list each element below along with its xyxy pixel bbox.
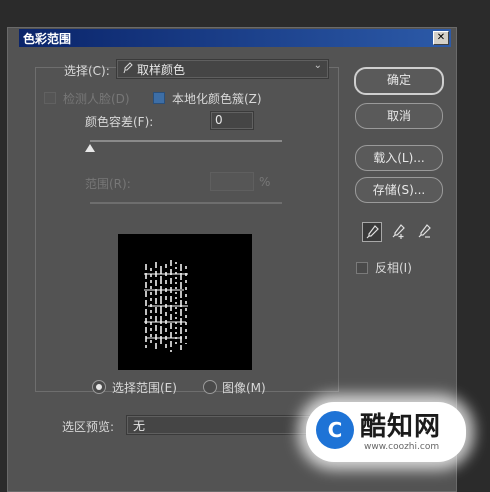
eyedropper-minus-icon bbox=[418, 224, 431, 238]
localized-clusters-checkbox[interactable] bbox=[153, 92, 165, 104]
invert-checkbox[interactable] bbox=[356, 262, 368, 274]
fuzziness-input[interactable]: 0 bbox=[210, 111, 254, 130]
cancel-button[interactable]: 取消 bbox=[355, 103, 443, 129]
fuzziness-value: 0 bbox=[215, 113, 223, 127]
select-label: 选择(C): bbox=[64, 64, 110, 78]
range-slider[interactable] bbox=[90, 202, 282, 204]
watermark-logo: C bbox=[316, 411, 354, 449]
watermark-url: www.coozhi.com bbox=[364, 442, 440, 452]
range-label: 范围(R): bbox=[85, 177, 131, 191]
range-input[interactable] bbox=[210, 172, 254, 191]
preview-mask-graphic bbox=[144, 260, 188, 352]
watermark: C 酷知网 www.coozhi.com bbox=[306, 402, 466, 462]
close-button[interactable]: ✕ bbox=[433, 31, 449, 45]
dialog-title: 色彩范围 bbox=[23, 32, 72, 46]
select-value: 取样颜色 bbox=[137, 63, 186, 77]
eyedropper-icon bbox=[123, 62, 133, 74]
subtract-from-sample-tool[interactable] bbox=[415, 222, 433, 240]
eyedropper-tool[interactable] bbox=[362, 222, 382, 242]
selection-preview-label: 选区预览: bbox=[62, 420, 115, 434]
title-bar: 色彩范围 ✕ bbox=[19, 29, 451, 47]
invert-label: 反相(I) bbox=[375, 261, 412, 275]
eyedropper-plus-icon bbox=[392, 224, 405, 239]
add-to-sample-tool[interactable] bbox=[389, 222, 407, 240]
close-icon: ✕ bbox=[436, 32, 446, 43]
image-radio-label: 图像(M) bbox=[222, 381, 266, 395]
selection-preview-image bbox=[118, 234, 252, 370]
selection-preview-value: 无 bbox=[133, 419, 146, 433]
fuzziness-label: 颜色容差(F): bbox=[85, 115, 154, 129]
ok-button[interactable]: 确定 bbox=[354, 67, 444, 95]
image-radio[interactable] bbox=[203, 380, 217, 394]
watermark-brand: 酷知网 bbox=[360, 412, 442, 442]
selection-radio[interactable] bbox=[92, 380, 106, 394]
localized-clusters-label: 本地化颜色簇(Z) bbox=[172, 92, 262, 106]
range-unit: % bbox=[259, 175, 271, 189]
fuzziness-slider-thumb[interactable] bbox=[85, 144, 95, 152]
radio-dot bbox=[96, 384, 102, 390]
fuzziness-slider[interactable] bbox=[90, 140, 282, 142]
chevron-down-icon: ⌄ bbox=[313, 60, 322, 71]
detect-faces-checkbox[interactable] bbox=[44, 92, 56, 104]
save-button[interactable]: 存储(S)... bbox=[355, 177, 443, 203]
selection-preview-dropdown[interactable]: 无 bbox=[126, 415, 328, 435]
detect-faces-label: 检测人脸(D) bbox=[63, 92, 130, 106]
eyedropper-icon bbox=[366, 225, 379, 239]
selection-radio-label: 选择范围(E) bbox=[112, 381, 177, 395]
select-dropdown[interactable]: 取样颜色 ⌄ bbox=[116, 59, 329, 79]
load-button[interactable]: 载入(L)... bbox=[355, 145, 443, 171]
